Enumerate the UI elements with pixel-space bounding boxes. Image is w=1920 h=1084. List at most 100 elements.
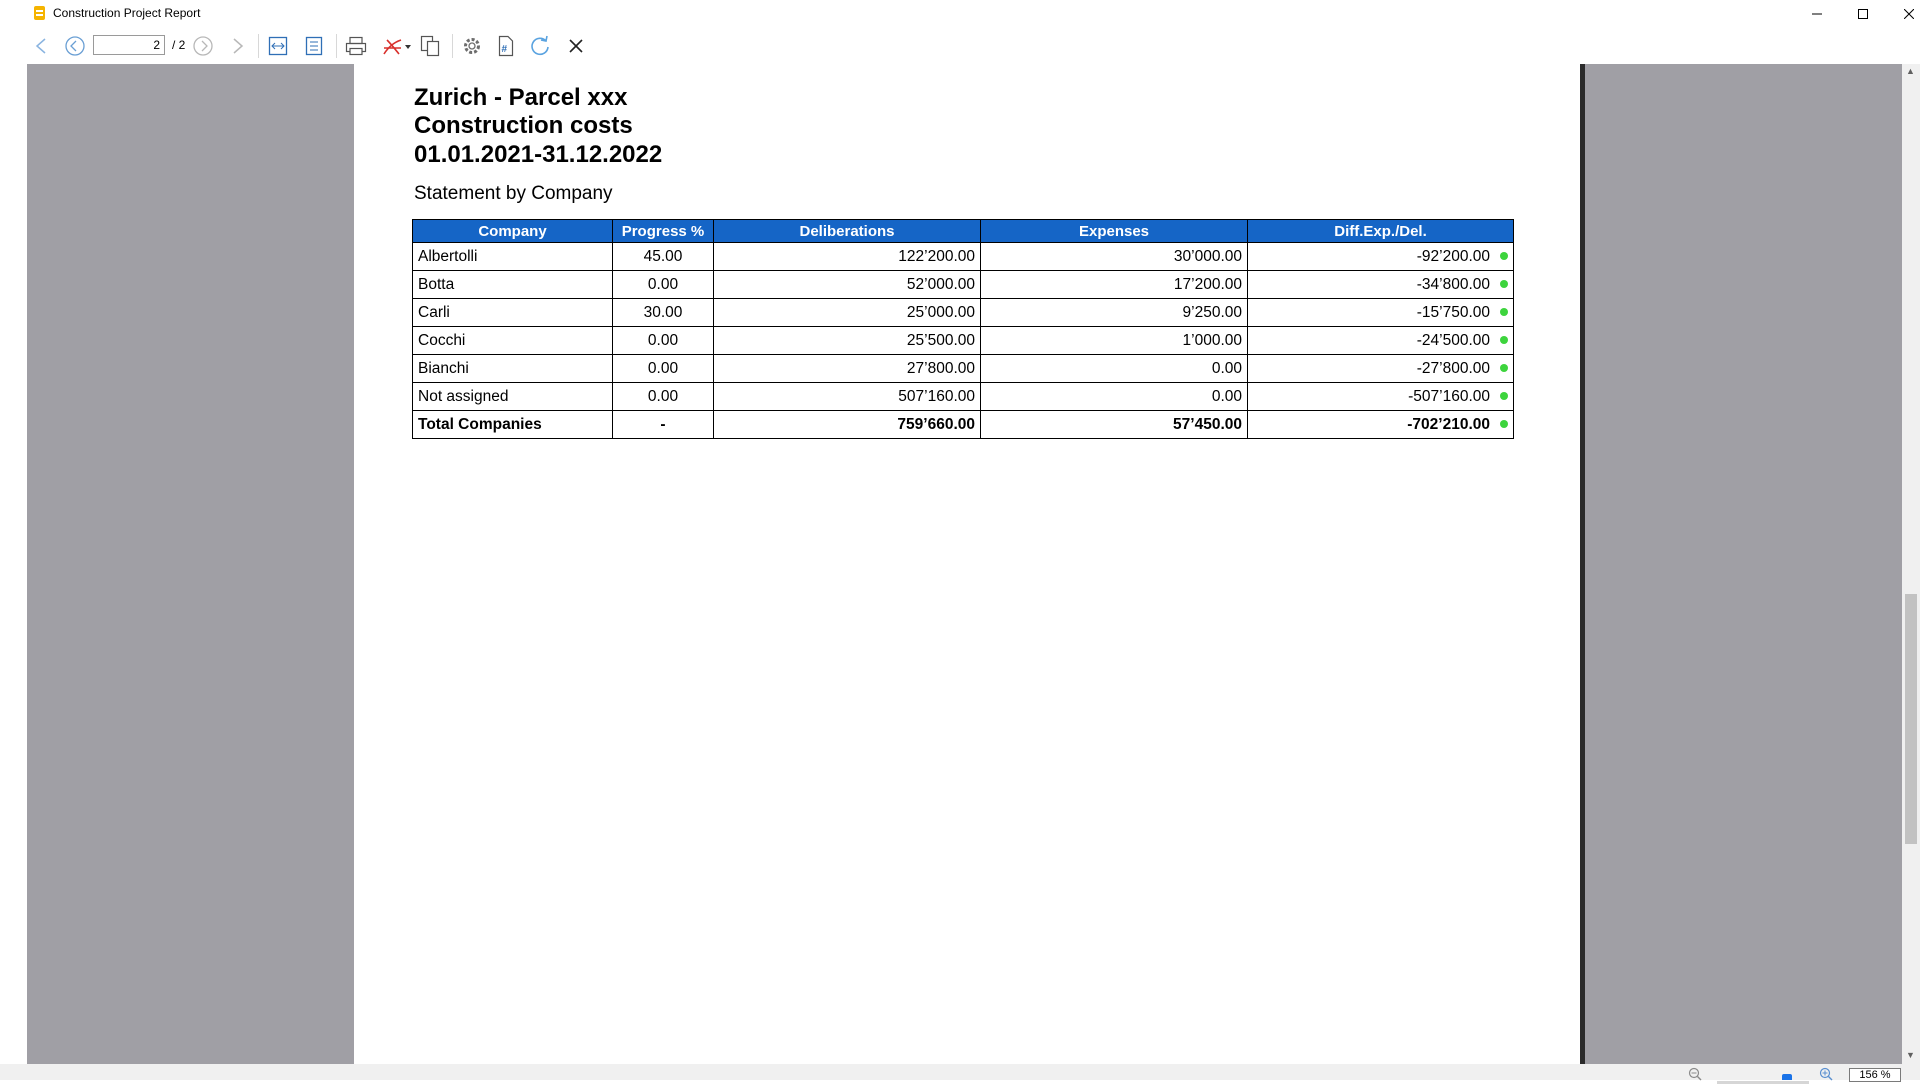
maximize-button[interactable] xyxy=(1840,0,1886,28)
zoom-slider-thumb[interactable] xyxy=(1781,1074,1792,1080)
status-dot-icon xyxy=(1500,391,1508,400)
vertical-scrollbar[interactable]: ▲ ▼ xyxy=(1902,64,1920,1064)
title-bar: Construction Project Report xyxy=(0,0,1920,28)
svg-text:#: # xyxy=(502,44,508,55)
page-shadow xyxy=(1580,64,1585,1064)
copy-button[interactable] xyxy=(416,33,444,59)
pdf-export-button[interactable] xyxy=(380,33,414,59)
progress-cell: 0.00 xyxy=(612,354,714,383)
settings-icon xyxy=(464,38,480,54)
expenses-cell: 0.00 xyxy=(980,354,1248,383)
status-dot-icon xyxy=(1500,363,1508,372)
fit-page-icon xyxy=(305,36,323,56)
fit-page-button[interactable] xyxy=(300,33,328,59)
status-dot-icon xyxy=(1500,307,1508,316)
report-title-line-2: Construction costs xyxy=(414,112,633,139)
deliberations-cell: 25’500.00 xyxy=(713,326,981,355)
report-title-line-3: 01.01.2021-31.12.2022 xyxy=(414,141,663,168)
column-header-deliberations: Deliberations xyxy=(713,219,981,243)
progress-cell: 0.00 xyxy=(612,270,714,299)
progress-cell: 30.00 xyxy=(612,298,714,327)
minimize-icon xyxy=(1812,13,1822,15)
company-cell: Albertolli xyxy=(412,242,613,271)
close-report-button[interactable] xyxy=(562,33,590,59)
company-cell: Not assigned xyxy=(412,382,613,411)
refresh-icon xyxy=(531,35,549,56)
zoom-in-icon[interactable] xyxy=(1819,1067,1833,1081)
table-row: Botta 0.00 52’000.00 17’200.00 -34’800.0… xyxy=(412,270,1514,299)
scrollbar-thumb[interactable] xyxy=(1905,594,1917,844)
toolbar-separator xyxy=(452,34,453,58)
diff-cell: -27’800.00 xyxy=(1247,354,1514,383)
status-dot-icon xyxy=(1500,279,1508,288)
table-row: Not assigned 0.00 507’160.00 0.00 -507’1… xyxy=(412,382,1514,411)
status-dot-icon xyxy=(1500,335,1508,344)
print-icon xyxy=(345,36,367,56)
diff-value: -507’160.00 xyxy=(1408,387,1490,405)
forward-button[interactable] xyxy=(224,33,252,59)
diff-value: -34’800.00 xyxy=(1416,275,1490,293)
refresh-button[interactable] xyxy=(526,33,554,59)
expenses-cell: 9’250.00 xyxy=(980,298,1248,327)
diff-cell: -24’500.00 xyxy=(1247,326,1514,355)
report-title-line-1: Zurich - Parcel xxx xyxy=(414,84,628,111)
deliberations-cell: 52’000.00 xyxy=(713,270,981,299)
maximize-icon xyxy=(1858,9,1868,19)
company-cell: Botta xyxy=(412,270,613,299)
status-dot-icon xyxy=(1500,419,1508,428)
company-cell: Carli xyxy=(412,298,613,327)
page-number-icon: # xyxy=(498,35,514,57)
column-header-diff: Diff.Exp./Del. xyxy=(1247,219,1514,243)
page-total-label: / 2 xyxy=(172,38,186,52)
table-row: Carli 30.00 25’000.00 9’250.00 -15’750.0… xyxy=(412,298,1514,327)
scroll-up-icon[interactable]: ▲ xyxy=(1906,66,1915,76)
table-row: Bianchi 0.00 27’800.00 0.00 -27’800.00 xyxy=(412,354,1514,383)
scroll-down-icon[interactable]: ▼ xyxy=(1906,1050,1915,1060)
toolbar-separator xyxy=(258,34,259,58)
fit-width-icon xyxy=(268,36,288,56)
total-progress-cell: - xyxy=(612,410,714,439)
total-expenses-cell: 57’450.00 xyxy=(980,410,1248,439)
next-page-button[interactable] xyxy=(189,33,217,59)
company-cell: Cocchi xyxy=(412,326,613,355)
total-diff-cell: -702’210.00 xyxy=(1247,410,1514,439)
expenses-cell: 0.00 xyxy=(980,382,1248,411)
first-page-icon xyxy=(65,36,85,56)
status-bar xyxy=(0,1064,1920,1080)
table-header-row: Company Progress % Deliberations Expense… xyxy=(412,219,1514,243)
table-row: Cocchi 0.00 25’500.00 1’000.00 -24’500.0… xyxy=(412,326,1514,355)
status-dot-icon xyxy=(1500,251,1508,260)
page-number-input[interactable] xyxy=(93,35,165,55)
print-button[interactable] xyxy=(342,33,370,59)
company-cell: Bianchi xyxy=(412,354,613,383)
total-row: Total Companies - 759’660.00 57’450.00 -… xyxy=(412,410,1514,439)
document-viewer[interactable] xyxy=(27,64,1902,1064)
column-header-progress: Progress % xyxy=(612,219,714,243)
expenses-cell: 1’000.00 xyxy=(980,326,1248,355)
window-title: Construction Project Report xyxy=(53,6,201,20)
diff-value: -27’800.00 xyxy=(1416,359,1490,377)
first-page-button[interactable] xyxy=(61,33,89,59)
diff-value: -92’200.00 xyxy=(1416,247,1490,265)
deliberations-cell: 507’160.00 xyxy=(713,382,981,411)
report-page xyxy=(354,64,1580,1064)
total-diff-value: -702’210.00 xyxy=(1407,415,1490,433)
progress-cell: 45.00 xyxy=(612,242,714,271)
diff-cell: -34’800.00 xyxy=(1247,270,1514,299)
close-window-button[interactable] xyxy=(1886,0,1920,28)
close-icon xyxy=(569,39,583,53)
diff-cell: -92’200.00 xyxy=(1247,242,1514,271)
total-label-cell: Total Companies xyxy=(412,410,613,439)
progress-cell: 0.00 xyxy=(612,382,714,411)
expenses-cell: 17’200.00 xyxy=(980,270,1248,299)
back-button[interactable] xyxy=(27,33,55,59)
fit-width-button[interactable] xyxy=(264,33,292,59)
diff-value: -24’500.00 xyxy=(1416,331,1490,349)
settings-button[interactable] xyxy=(458,33,486,59)
page-number-button[interactable]: # xyxy=(492,33,520,59)
deliberations-cell: 122’200.00 xyxy=(713,242,981,271)
minimize-button[interactable] xyxy=(1794,0,1840,28)
column-header-company: Company xyxy=(412,219,613,243)
diff-cell: -15’750.00 xyxy=(1247,298,1514,327)
zoom-out-icon[interactable] xyxy=(1688,1067,1702,1081)
